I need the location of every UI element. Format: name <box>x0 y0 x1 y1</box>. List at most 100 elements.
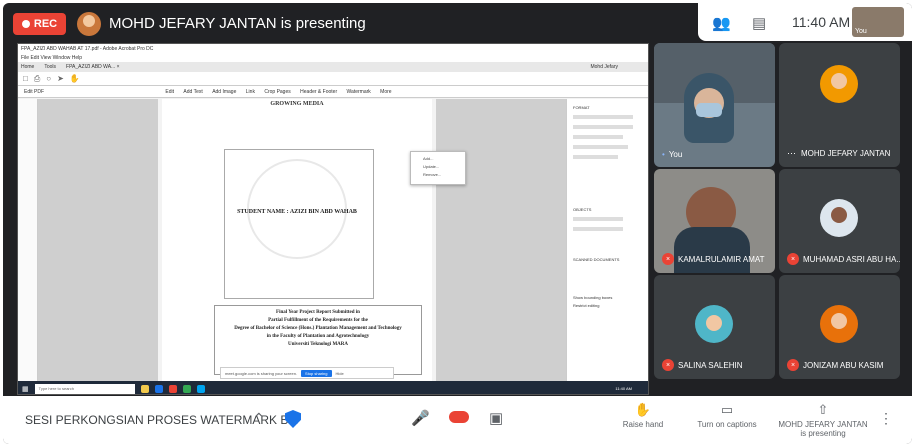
avatar-face <box>831 73 847 89</box>
mic-muted-icon: × <box>787 253 799 265</box>
report-statement-box: Final Year Project Report Submitted in P… <box>214 305 422 375</box>
present-icon: ⇧ <box>817 402 829 417</box>
restrict-editing-option: Restrict editing <box>573 303 600 308</box>
participant-tile-jonizam[interactable]: × JONIZAM ABU KASIM <box>779 275 900 379</box>
format-control <box>573 135 623 139</box>
left-tool-rail <box>18 99 38 381</box>
captions-button[interactable]: ▭ Turn on captions <box>677 402 777 429</box>
participant-name: • You <box>662 150 682 159</box>
presenting-button[interactable]: ⇧ MOHD JEFARY JANTAN is presenting <box>773 402 873 438</box>
format-control <box>573 115 633 119</box>
self-view-thumbnail[interactable]: You <box>852 7 904 37</box>
participant-name-text: SALINA SALEHIN <box>678 360 743 370</box>
hand-icon: ✋ <box>69 74 80 83</box>
shirt-shape <box>674 227 750 273</box>
microphone-icon[interactable]: 🎤 <box>411 409 430 427</box>
speaking-indicator-icon: • <box>662 150 665 159</box>
share-banner: meet.google.com is sharing your screen. … <box>220 367 394 379</box>
objects-control <box>573 227 623 231</box>
participant-name-text: You <box>668 150 683 159</box>
recording-label: REC <box>33 18 58 30</box>
participant-name-text: JONIZAM ABU KASIM <box>803 360 884 370</box>
participant-name: × KAMALRULAMIR AMAT <box>662 253 765 265</box>
watermark-remove-item: Remove... <box>423 172 442 177</box>
zoom-icon: ○ <box>46 74 52 83</box>
add-image-tool: Add Image <box>212 89 237 95</box>
acrobat-menu-bar: File Edit View Window Help <box>18 54 648 62</box>
participant-name-text: KAMALRULAMIR AMAT <box>678 254 765 264</box>
print-icon: ⎙ <box>33 73 41 83</box>
participant-tile-kamalrulamir[interactable]: × KAMALRULAMIR AMAT <box>654 169 775 273</box>
header-footer-tool: Header & Footer <box>300 89 338 95</box>
page-heading: GROWING MEDIA <box>270 101 324 107</box>
bottom-bar: SESI PERKONGSIAN PROSES WATERMARK B... ⌃… <box>3 396 912 444</box>
avatar <box>820 305 858 343</box>
more-dots-icon: ⋯ <box>787 148 797 158</box>
record-dot-icon <box>21 20 30 28</box>
self-view-label: You <box>855 28 867 35</box>
acrobat-app-icon <box>168 384 177 393</box>
chevron-up-icon[interactable]: ⌃ <box>253 410 265 427</box>
meet-app-icon <box>182 384 191 393</box>
report-line: Final Year Project Report Submitted in <box>276 310 360 315</box>
report-line: Partial Fulfillment of the Requirements … <box>268 318 368 323</box>
avatar <box>820 65 858 103</box>
top-right-panel: 👥 ▤ 11:40 AM You <box>698 3 912 41</box>
browser-app-icon <box>154 384 163 393</box>
windows-taskbar: ▦ Type here to search 11:40 AM <box>18 381 648 394</box>
hide-banner-button[interactable]: Hide <box>336 371 344 376</box>
captions-icon: ▭ <box>720 402 734 417</box>
acrobat-title-bar: FPA_AZIZI ABD WAHAB AT 17.pdf - Adobe Ac… <box>18 44 648 54</box>
watermark-add-item: Add... <box>423 156 434 161</box>
format-panel: FORMAT OBJECTS SCANNED DOCUMENTS Show bo… <box>566 99 648 381</box>
participant-tile-jefary[interactable]: ⋯ MOHD JEFARY JANTAN <box>779 43 900 167</box>
save-icon: □ <box>23 74 28 83</box>
people-icon[interactable]: 👥 <box>712 14 731 32</box>
participant-name-text: MUHAMAD ASRI ABU HA... <box>803 254 900 264</box>
presenting-label-1: MOHD JEFARY JANTAN <box>778 420 868 429</box>
stop-sharing-button[interactable]: Stop sharing <box>301 369 332 377</box>
participant-name: ⋯ MOHD JEFARY JANTAN <box>787 148 890 159</box>
acrobat-tabs: Home Tools FPA_AZIZI ABD WA... × Mohd Je… <box>18 62 648 72</box>
end-call-icon[interactable] <box>449 411 469 423</box>
mic-muted-icon: × <box>662 253 674 265</box>
tab-home: Home <box>21 64 35 70</box>
avatar-face <box>706 315 722 331</box>
more-tool: More <box>380 89 392 95</box>
edit-pdf-label: Edit PDF <box>24 89 45 95</box>
add-text-tool: Add Text <box>183 89 203 95</box>
participant-tile-asri[interactable]: × MUHAMAD ASRI ABU HA... <box>779 169 900 273</box>
format-heading: FORMAT <box>573 105 590 110</box>
scanned-heading: SCANNED DOCUMENTS <box>573 257 620 262</box>
page-gutter-right <box>436 99 566 381</box>
link-tool: Link <box>245 89 255 95</box>
format-control <box>573 145 628 149</box>
report-line: in the Faculty of Plantation and Agrotec… <box>266 334 370 339</box>
watermark-update-item: Update... <box>423 164 440 169</box>
participant-tile-you[interactable]: • You <box>654 43 775 167</box>
watermark-dropdown: Add... Update... Remove... <box>410 151 466 185</box>
taskbar-search: Type here to search <box>34 383 135 394</box>
edit-tool: Edit <box>165 89 175 95</box>
participant-tile-salina[interactable]: × SALINA SALEHIN <box>654 275 775 379</box>
captions-label: Turn on captions <box>697 420 757 429</box>
more-options-icon[interactable]: ⋮ <box>879 410 893 427</box>
avatar <box>695 305 733 343</box>
mic-muted-icon: × <box>787 359 799 371</box>
format-control <box>573 125 633 129</box>
crop-pages-tool: Crop Pages <box>264 89 291 95</box>
camera-icon[interactable]: ▣ <box>489 409 503 427</box>
acrobat-user-name: Mohd Jefary <box>590 64 618 70</box>
clock: 11:40 AM <box>792 14 851 30</box>
avatar-face <box>831 207 847 223</box>
acrobat-toolbar: □ ⎙ ○ ➤ ✋ <box>18 72 648 86</box>
folder-app-icon <box>140 384 149 393</box>
tab-tools: Tools <box>44 64 57 70</box>
avatar <box>820 199 858 237</box>
chat-icon[interactable]: ▤ <box>752 14 766 32</box>
windows-start-icon: ▦ <box>22 385 29 393</box>
acrobat-body: GROWING MEDIA STUDENT NAME : AZIZI BIN A… <box>18 99 648 381</box>
shared-screen: FPA_AZIZI ABD WAHAB AT 17.pdf - Adobe Ac… <box>17 43 649 395</box>
mic-muted-icon: × <box>662 359 674 371</box>
meet-window: REC MOHD JEFARY JANTAN is presenting 👥 ▤… <box>3 3 912 444</box>
